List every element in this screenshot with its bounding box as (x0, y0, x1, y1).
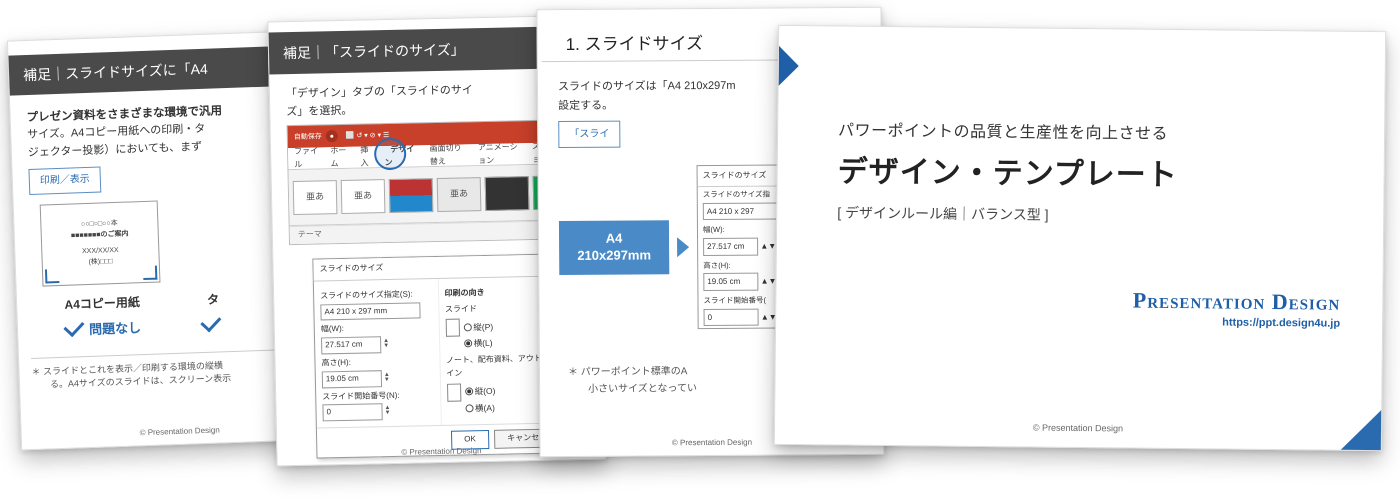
width-field[interactable]: 27.517 cm (703, 238, 758, 256)
a4-size-badge: A4 210x297mm (559, 221, 669, 276)
height-label: 高さ(H): (321, 355, 433, 370)
slide1-link-print[interactable]: 印刷／表示 (28, 166, 101, 194)
check-icon (200, 311, 221, 332)
tab-design[interactable]: デザイン (378, 143, 424, 170)
brand-name: Presentation Design (1133, 288, 1341, 316)
radio-landscape[interactable] (464, 340, 472, 348)
autosave-label: 自動保存 (294, 131, 322, 143)
highlight-circle-icon (374, 138, 407, 171)
theme-tile[interactable] (389, 178, 434, 213)
theme-tile[interactable]: 亜あ (437, 177, 482, 212)
theme-tile[interactable]: 亜あ (341, 179, 386, 214)
cover-pretitle: パワーポイントの品質と生産性を向上させる (838, 116, 1344, 145)
width-field[interactable]: 27.517 cm (321, 336, 381, 354)
cover-title: デザイン・テンプレート (837, 146, 1343, 195)
spinner-icon[interactable]: ▲▼ (384, 373, 390, 383)
radio-notes-portrait[interactable] (465, 387, 473, 395)
corner-triangle-icon (1341, 410, 1381, 450)
slide4-copyright: © Presentation Design (775, 420, 1381, 436)
slide-title-cover: パワーポイントの品質と生産性を向上させる デザイン・テンプレート [ デザインル… (774, 25, 1386, 451)
height-field[interactable]: 19.05 cm (322, 370, 382, 388)
startnum-field[interactable]: 0 (704, 308, 759, 326)
a4-caption: A4コピー用紙 (43, 292, 162, 315)
autosave-toggle-icon: ● (326, 130, 338, 142)
radio-notes-landscape[interactable] (465, 404, 473, 412)
spinner-icon[interactable]: ▲▼ (383, 339, 389, 349)
tab-transitions[interactable]: 画面切り替え (424, 142, 473, 169)
size-select[interactable]: A4 210 x 297 (703, 202, 781, 220)
tab-animations[interactable]: アニメーション (472, 141, 527, 168)
a4-thumbnail: ○○□○□○○本 ■■■■■■■のご案内 XXX/XX/XX (株)□□□ (40, 200, 161, 286)
startnum-label: スライド開始番号(N): (322, 389, 434, 404)
tab-file[interactable]: ファイル (288, 145, 325, 171)
portrait-icon (445, 319, 459, 337)
width-label: 幅(W): (321, 321, 433, 336)
arrow-right-icon (677, 238, 689, 258)
theme-tile[interactable]: 亜あ (293, 180, 338, 215)
size-select[interactable]: A4 210 x 297 mm (320, 302, 421, 321)
slide-size-dialog: スライドのサイズ スライドのサイズ指定(S): A4 210 x 297 mm … (312, 253, 566, 458)
startnum-field[interactable]: 0 (322, 404, 382, 422)
portrait-icon (446, 383, 460, 401)
accent-triangle-icon (779, 46, 799, 86)
check-icon (63, 316, 84, 337)
tab-home[interactable]: ホーム (324, 145, 354, 171)
spinner-icon[interactable]: ▲▼ (384, 406, 390, 416)
theme-tile[interactable] (485, 176, 530, 211)
slide3-link[interactable]: 「スライ (558, 121, 620, 148)
a4-status-ok: 問題なし (44, 317, 163, 342)
size-label: スライドのサイズ指定(S): (320, 288, 432, 303)
height-field[interactable]: 19.05 cm (703, 273, 758, 291)
ta-caption: タ (201, 290, 226, 310)
radio-portrait[interactable] (463, 323, 471, 331)
brand-url[interactable]: https://ppt.design4u.jp (1133, 316, 1341, 330)
cover-subtitle: [ デザインルール編｜バランス型 ] (837, 202, 1343, 227)
